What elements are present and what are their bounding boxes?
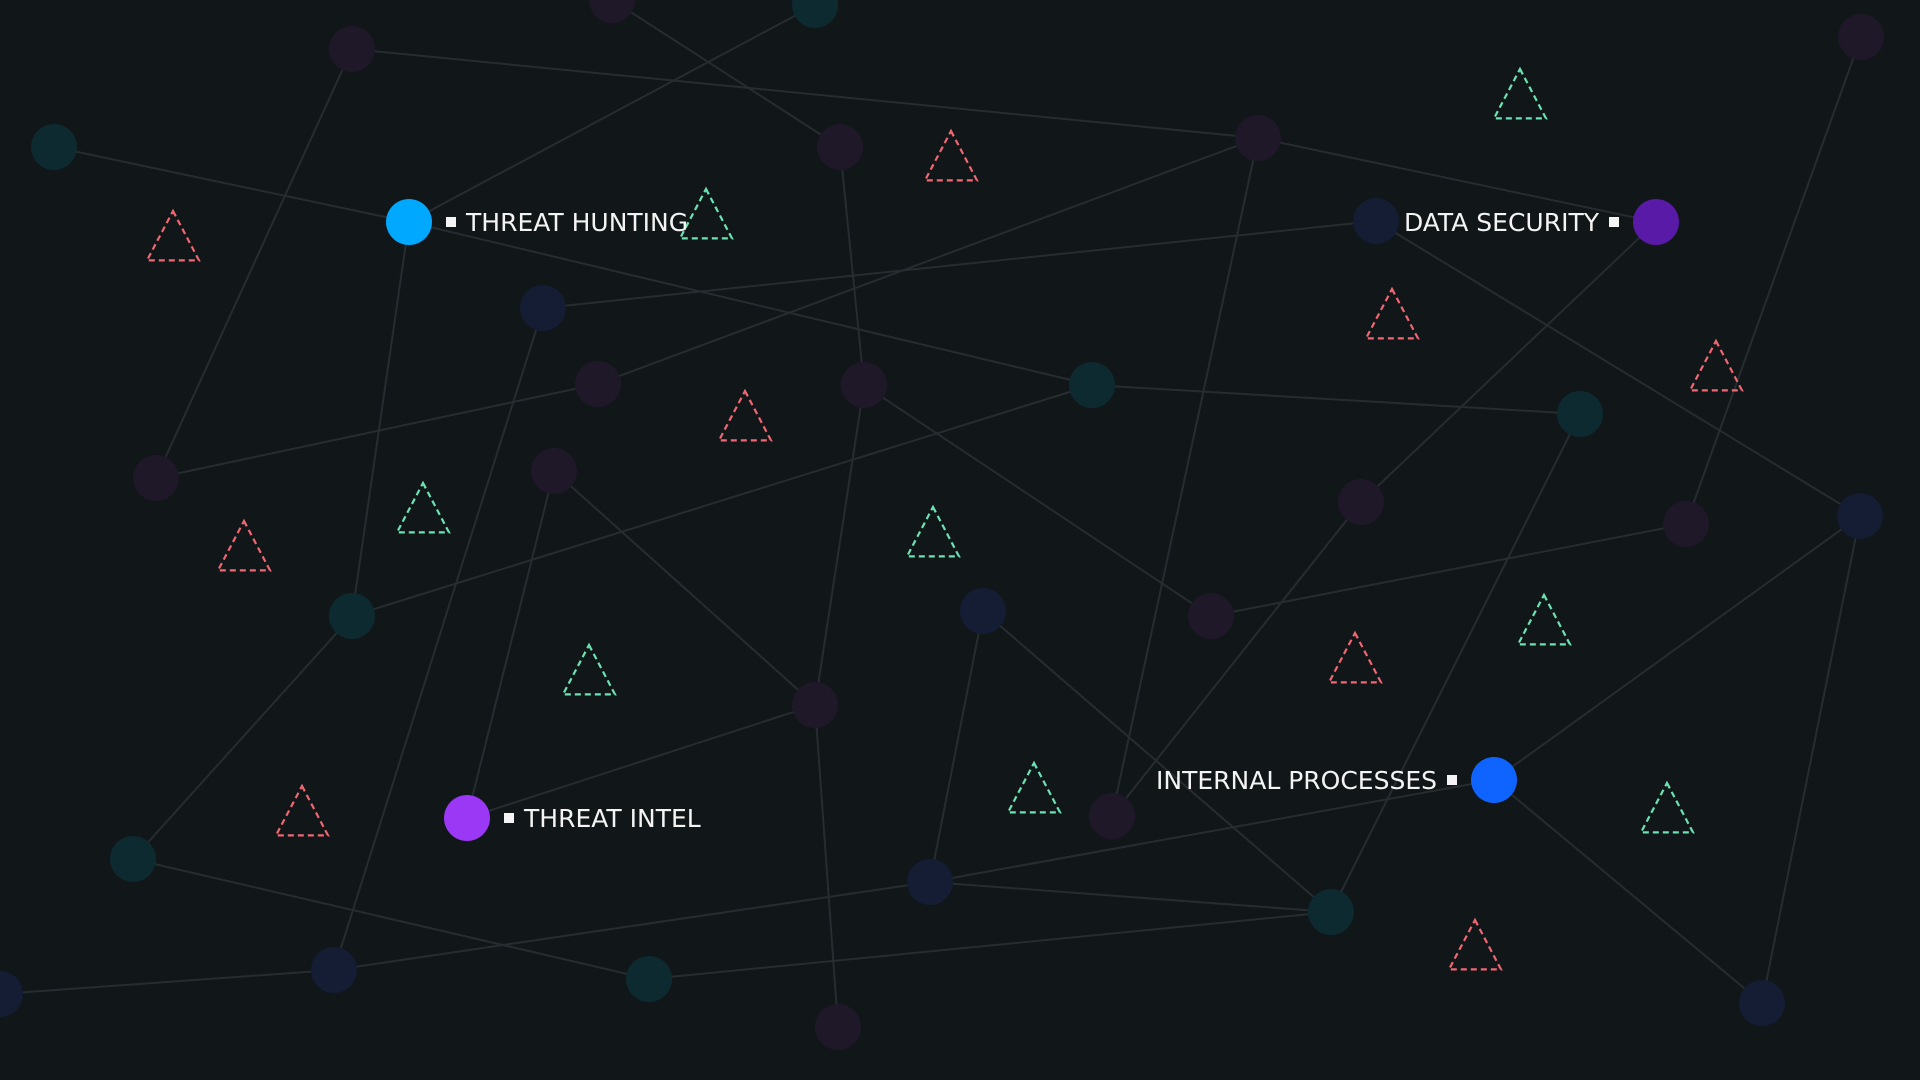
network-node [329,26,375,72]
network-node [815,1004,861,1050]
network-node [1663,501,1709,547]
network-edge [929,610,984,883]
network-node [589,0,635,23]
network-node [31,124,77,170]
network-edge [553,470,816,706]
network-node [792,0,838,28]
network-edge [155,383,599,479]
warning-triangle-icon [905,504,961,558]
network-edge [0,969,335,995]
network-edge [1375,220,1861,517]
hub-label: DATA SECURITY [1404,208,1600,237]
network-node [1338,479,1384,525]
hub-internal-processes[interactable]: INTERNAL PROCESSES [1156,757,1517,803]
network-edge [1360,221,1657,503]
network-edge [648,911,1332,980]
network-node [1188,593,1234,639]
network-node [1838,14,1884,60]
network-node [311,947,357,993]
warning-triangle-icon [1327,630,1383,684]
network-edge [814,704,839,1028]
warning-triangle-icon [923,128,979,182]
warning-triangle-icon [395,480,451,534]
hub-node[interactable] [1633,199,1679,245]
network-node [110,836,156,882]
network-edge [466,470,555,819]
network-edge [1493,515,1861,781]
network-edge [53,146,410,223]
network-edge [1761,515,1861,1004]
network-node [1353,198,1399,244]
network-edge [466,704,816,819]
warning-triangle-icon [145,208,201,262]
network-node [531,448,577,494]
network-edge [351,384,1093,617]
network-node [841,362,887,408]
warning-triangle-icon [274,783,330,837]
network-node [792,682,838,728]
network-node [907,859,953,905]
warning-triangle-icon [216,518,272,572]
network-edge [839,146,865,386]
network-edge [408,4,816,223]
network-node [1069,362,1115,408]
network-edge [351,221,410,617]
network-node [520,285,566,331]
network-node [133,455,179,501]
network-node [1557,391,1603,437]
network-edge [1111,137,1259,817]
network-edge [1493,779,1763,1004]
warning-triangle-icon [1688,338,1744,392]
network-edge [408,221,1093,386]
network-edge [132,615,353,860]
square-bullet-icon [1609,217,1619,227]
square-bullet-icon [1447,775,1457,785]
network-edge [982,610,1332,913]
network-edge [929,779,1495,883]
network-node [1089,793,1135,839]
network-edge [1091,384,1581,415]
hub-label: INTERNAL PROCESSES [1156,766,1437,795]
hub-label: THREAT INTEL [523,804,701,833]
hub-node[interactable] [1471,757,1517,803]
hub-label: THREAT HUNTING [465,208,688,237]
network-node [1235,115,1281,161]
network-node [329,593,375,639]
hub-node[interactable] [444,795,490,841]
warning-triangle-icon [561,642,617,696]
warning-triangle-icon [1492,66,1548,120]
square-bullet-icon [504,813,514,823]
network-node [575,361,621,407]
warning-triangle-icon [1639,780,1695,834]
square-bullet-icon [446,217,456,227]
network-node [1837,493,1883,539]
warning-triangle-icon [1447,917,1503,971]
warning-triangle-icon [1006,760,1062,814]
network-edge [1685,36,1862,525]
network-diagram-canvas: THREAT HUNTING DATA SECURITY THREAT INTEL I… [0,0,1920,1080]
network-diagram: THREAT HUNTING DATA SECURITY THREAT INTEL I… [0,0,1884,1050]
hub-layer: THREAT HUNTING DATA SECURITY THREAT INTEL I… [386,199,1679,841]
warning-triangle-icon [717,388,773,442]
triangle-layer [145,66,1744,971]
network-node [626,956,672,1002]
hub-node[interactable] [386,199,432,245]
hub-threat-intel[interactable]: THREAT INTEL [444,795,701,841]
network-edge [863,384,1212,617]
network-node [817,124,863,170]
warning-triangle-icon [1364,286,1420,340]
network-edge [814,384,865,706]
network-node [1739,980,1785,1026]
network-node [1308,889,1354,935]
network-node [0,971,23,1017]
network-edge [155,48,353,479]
hub-threat-hunting[interactable]: THREAT HUNTING [386,199,688,245]
network-edge [1210,523,1687,617]
network-edge [929,881,1332,913]
warning-triangle-icon [1516,592,1572,646]
network-node [960,588,1006,634]
